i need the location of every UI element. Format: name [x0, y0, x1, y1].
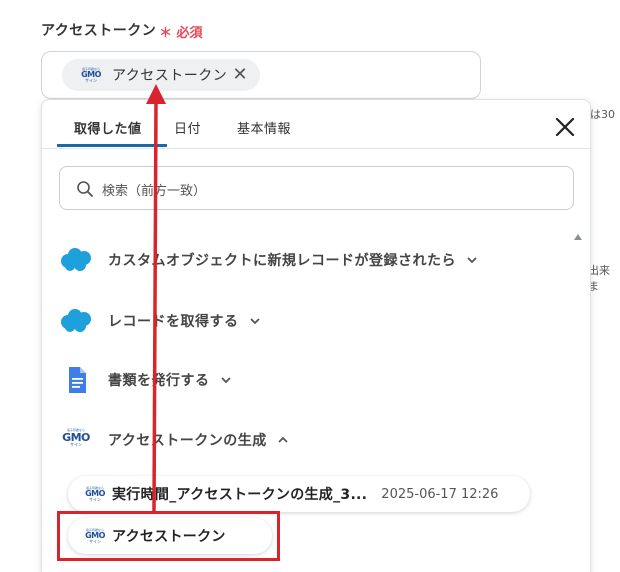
chevron-up-icon [278, 436, 288, 443]
step-custom-object-trigger[interactable]: カスタムオブジェクトに新規レコードが登録されたら [58, 245, 478, 275]
search-input[interactable]: 検索（前方一致） [59, 166, 574, 210]
google-docs-icon [69, 367, 86, 393]
close-icon[interactable] [552, 114, 578, 140]
gmo-sign-logo-icon: 電子印鑑なら GMO サイン [81, 66, 101, 83]
salesforce-cloud-icon [61, 309, 91, 332]
scrollbar[interactable] [572, 228, 582, 572]
tab-acquired-values[interactable]: 取得した値 [74, 118, 142, 137]
scroll-up-icon[interactable] [574, 234, 582, 240]
gmo-sign-logo-icon: 電子印鑑なら GMO サイン [85, 485, 105, 502]
search-placeholder: 検索（前方一致） [102, 184, 207, 199]
required-indicator: ＊ 必須 [159, 26, 203, 41]
step-issue-document[interactable]: 書類を発行する [58, 365, 232, 395]
step-generate-access-token[interactable]: 電子印鑑なら GMO サイン アクセストークンの生成 [58, 425, 289, 455]
chevron-down-icon [249, 318, 260, 325]
field-label: アクセストークン [41, 23, 157, 39]
step-get-record[interactable]: レコードを取得する [58, 306, 261, 336]
tabs-divider [42, 148, 590, 149]
active-tab-indicator [57, 144, 167, 147]
highlight-box [57, 511, 280, 561]
chevron-down-icon [467, 257, 477, 264]
selected-token-chip[interactable]: 電子印鑑なら GMO サイン アクセストークン ✕ [62, 59, 260, 91]
value-item-execution-time[interactable]: 電子印鑑なら GMO サイン 実行時間_アクセストークンの生成_3... 2025-… [68, 476, 530, 512]
tab-basic-info[interactable]: 基本情報 [237, 118, 291, 137]
chip-label: アクセストークン [112, 68, 228, 84]
chevron-down-icon [220, 377, 231, 384]
salesforce-cloud-icon [61, 248, 91, 271]
background-text-fragment: 出来ま [588, 264, 610, 293]
value-picker-dropdown: 取得した値 日付 基本情報 検索（前方一致） カスタムオブジェクトに新規レコード… [41, 99, 591, 572]
search-icon [77, 181, 93, 197]
gmo-sign-logo-icon: 電子印鑑なら GMO サイン [62, 428, 90, 447]
background-text-fragment: は30 [590, 108, 615, 121]
chip-remove-icon[interactable]: ✕ [230, 65, 250, 85]
tab-date[interactable]: 日付 [174, 118, 201, 137]
